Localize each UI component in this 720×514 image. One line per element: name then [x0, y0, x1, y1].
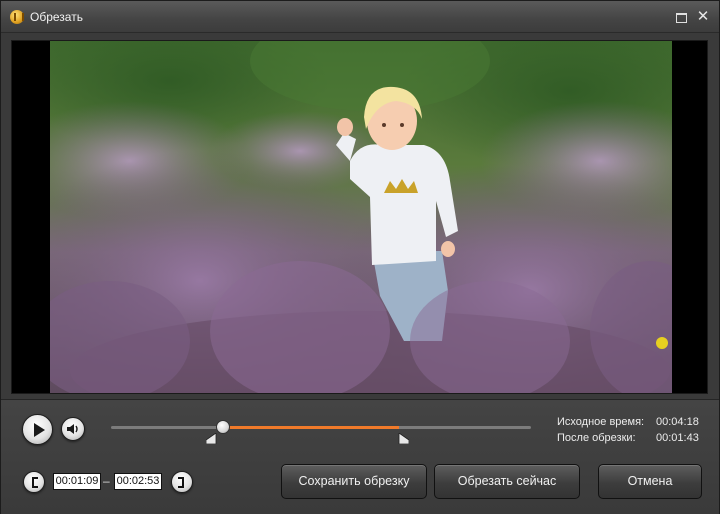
- trim-now-button[interactable]: Обрезать сейчас: [434, 464, 580, 499]
- window-title: Обрезать: [30, 10, 83, 24]
- original-time-value: 00:04:18: [656, 416, 699, 428]
- title-bar: Обрезать ✕: [1, 1, 719, 33]
- set-start-button[interactable]: [23, 471, 45, 493]
- save-trim-button[interactable]: Сохранить обрезку: [281, 464, 427, 499]
- close-icon[interactable]: ✕: [693, 7, 713, 27]
- playhead-knob[interactable]: [216, 420, 231, 434]
- time-separator: –: [103, 474, 110, 488]
- trim-start-input[interactable]: 00:01:09: [53, 473, 101, 490]
- bracket-right-icon: [178, 477, 184, 488]
- play-button[interactable]: [22, 414, 53, 445]
- trim-range-fill: [223, 426, 399, 429]
- bracket-left-icon: [32, 477, 38, 488]
- set-end-button[interactable]: [171, 471, 193, 493]
- cancel-button[interactable]: Отмена: [598, 464, 702, 499]
- trimmed-time-value: 00:01:43: [656, 432, 699, 444]
- video-frame-image: [50, 41, 672, 393]
- trim-end-input[interactable]: 00:02:53: [114, 473, 162, 490]
- video-preview: [11, 40, 708, 394]
- player-controls: Исходное время: 00:04:18 После обрезки: …: [1, 399, 719, 514]
- speaker-icon: [67, 424, 78, 434]
- original-time-label: Исходное время:: [557, 416, 645, 428]
- trim-end-marker[interactable]: [398, 433, 409, 444]
- video-scene: [50, 41, 672, 393]
- timeline-track[interactable]: [111, 426, 531, 429]
- trimmed-time-label: После обрезки:: [557, 432, 636, 444]
- trim-dialog: Обрезать ✕ Исходное время: 00:04:18 Посл…: [0, 0, 720, 514]
- app-icon: [10, 10, 24, 24]
- trim-start-marker[interactable]: [205, 433, 217, 444]
- play-icon: [34, 423, 45, 437]
- volume-button[interactable]: [61, 417, 85, 441]
- maximize-icon[interactable]: [671, 7, 691, 27]
